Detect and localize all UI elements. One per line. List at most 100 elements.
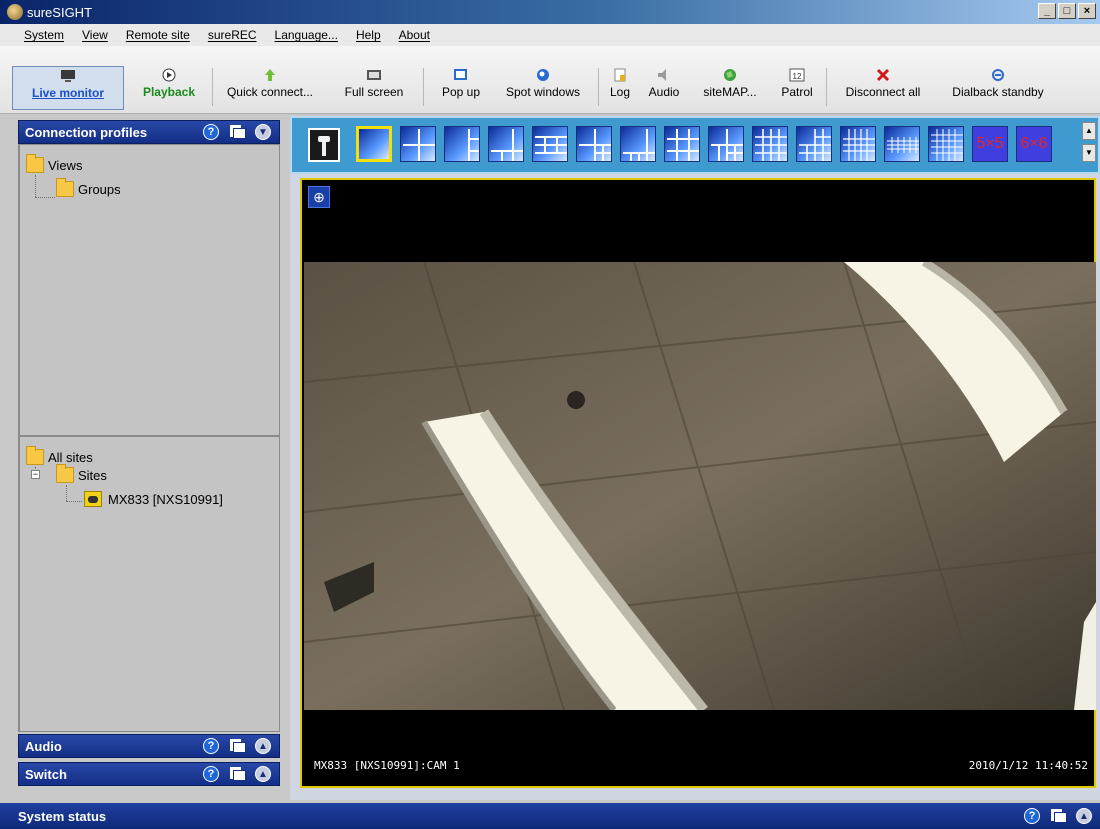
connection-profiles-header[interactable]: Connection profiles ? ▼ bbox=[18, 120, 280, 144]
system-status-title: System status bbox=[18, 808, 107, 824]
dialback-icon bbox=[992, 69, 1004, 81]
menu-surerec[interactable]: sureREC bbox=[208, 28, 257, 42]
playback-label: Playback bbox=[142, 85, 196, 99]
tree-item-all-sites[interactable]: All sites bbox=[26, 446, 93, 465]
spot-windows-label: Spot windows bbox=[505, 85, 581, 99]
layout-4x6-button[interactable] bbox=[884, 126, 920, 162]
layout-1plus12-button[interactable] bbox=[708, 126, 744, 162]
all-sites-label: All sites bbox=[48, 449, 93, 465]
views-label: Views bbox=[48, 157, 83, 173]
layout-2x2-button[interactable] bbox=[400, 126, 436, 162]
audio-panel-title: Audio bbox=[25, 738, 62, 754]
pop-up-label: Pop up bbox=[441, 85, 481, 99]
collapse-toggle[interactable]: − bbox=[31, 470, 40, 479]
app-icon bbox=[7, 4, 23, 20]
tree-item-camera[interactable]: MX833 [NXS10991] bbox=[84, 491, 223, 507]
layout-settings-button[interactable] bbox=[308, 128, 340, 162]
layout-1plus3-button[interactable] bbox=[444, 126, 480, 162]
close-button[interactable]: × bbox=[1078, 3, 1096, 19]
camera-feed-image bbox=[304, 262, 1096, 710]
svg-text:12: 12 bbox=[793, 72, 802, 81]
layout-5x5-button[interactable]: 5×5 bbox=[972, 126, 1008, 162]
toolbar: Live monitor Playback Quick connect... F… bbox=[0, 46, 1100, 114]
disconnect-all-button[interactable]: Disconnect all bbox=[832, 66, 934, 110]
layout-3x3-button[interactable] bbox=[664, 126, 700, 162]
switch-panel-header[interactable]: Switch ? ▲ bbox=[18, 762, 280, 786]
menu-help[interactable]: Help bbox=[356, 28, 381, 42]
layout-1plus5-button[interactable] bbox=[488, 126, 524, 162]
window-icon[interactable] bbox=[229, 738, 246, 753]
spot-windows-button[interactable]: Spot windows bbox=[494, 66, 592, 110]
maximize-button[interactable]: □ bbox=[1058, 3, 1076, 19]
pop-up-button[interactable]: Pop up bbox=[432, 66, 490, 110]
layout-1plus15-button[interactable] bbox=[796, 126, 832, 162]
full-screen-button[interactable]: Full screen bbox=[332, 66, 416, 110]
menu-view[interactable]: View bbox=[82, 28, 108, 42]
system-status-bar[interactable]: System status ? ▲ bbox=[0, 803, 1100, 829]
spot-windows-icon bbox=[537, 69, 549, 81]
layout-1plus8-button[interactable] bbox=[620, 126, 656, 162]
scroll-down-button[interactable]: ▼ bbox=[1082, 144, 1096, 162]
video-pane[interactable]: ⊕ MX833 [NXS10991]:CAM 1 2010/1/12 11:40… bbox=[300, 178, 1096, 788]
globe-icon bbox=[724, 69, 736, 81]
window-icon[interactable] bbox=[229, 124, 246, 139]
layout-1plus16-button[interactable] bbox=[840, 126, 876, 162]
window-title: sureSIGHT bbox=[27, 4, 93, 20]
menu-about[interactable]: About bbox=[399, 28, 430, 42]
sitemap-label: siteMAP... bbox=[703, 85, 757, 99]
folder-icon bbox=[56, 464, 74, 483]
help-icon[interactable]: ? bbox=[203, 738, 219, 754]
chevron-up-icon[interactable]: ▲ bbox=[255, 766, 271, 782]
timestamp-overlay: 2010/1/12 11:40:52 bbox=[968, 759, 1088, 772]
sitemap-button[interactable]: siteMAP... bbox=[692, 66, 768, 110]
quick-connect-label: Quick connect... bbox=[226, 85, 314, 99]
layout-1x1-button[interactable] bbox=[356, 126, 392, 162]
menu-remote-site[interactable]: Remote site bbox=[126, 28, 190, 42]
quick-connect-button[interactable]: Quick connect... bbox=[220, 66, 320, 110]
full-screen-label: Full screen bbox=[344, 85, 404, 99]
switch-panel-title: Switch bbox=[25, 766, 67, 782]
view-area: 5×5 6×6 ▲ ▼ ⊕ MX833 [NXS10991]:CAM 1 201… bbox=[290, 116, 1100, 800]
chevron-up-icon[interactable]: ▲ bbox=[1076, 808, 1092, 824]
scroll-up-button[interactable]: ▲ bbox=[1082, 122, 1096, 140]
folder-icon bbox=[56, 178, 74, 197]
minimize-button[interactable]: _ bbox=[1038, 3, 1056, 19]
tree-item-sites[interactable]: Sites bbox=[56, 464, 107, 483]
help-icon[interactable]: ? bbox=[1024, 808, 1040, 824]
log-icon bbox=[614, 68, 626, 82]
layout-1plus7-button[interactable] bbox=[576, 126, 612, 162]
live-monitor-button[interactable]: Live monitor bbox=[12, 66, 124, 110]
camera-label: MX833 [NXS10991] bbox=[108, 491, 223, 507]
window-icon[interactable] bbox=[1050, 808, 1067, 823]
audio-button[interactable]: Audio bbox=[642, 66, 686, 110]
layout-2x3-button[interactable] bbox=[532, 126, 568, 162]
camera-overlay-label: MX833 [NXS10991]:CAM 1 bbox=[314, 759, 460, 772]
play-icon bbox=[162, 68, 176, 82]
window-icon[interactable] bbox=[229, 766, 246, 781]
patrol-button[interactable]: 12 Patrol bbox=[774, 66, 820, 110]
chevron-down-icon[interactable]: ▼ bbox=[255, 124, 271, 140]
live-monitor-label: Live monitor bbox=[31, 86, 104, 100]
chevron-up-icon[interactable]: ▲ bbox=[255, 738, 271, 754]
audio-panel-header[interactable]: Audio ? ▲ bbox=[18, 734, 280, 758]
sites-label: Sites bbox=[78, 467, 107, 483]
log-button[interactable]: Log bbox=[604, 66, 636, 110]
help-icon[interactable]: ? bbox=[203, 124, 219, 140]
camera-icon bbox=[84, 491, 102, 507]
dialback-standby-label: Dialback standby bbox=[952, 85, 1044, 99]
layout-6x6-button[interactable]: 6×6 bbox=[1016, 126, 1052, 162]
menu-system[interactable]: System bbox=[24, 28, 64, 42]
disconnect-icon bbox=[876, 68, 890, 82]
help-icon[interactable]: ? bbox=[203, 766, 219, 782]
full-screen-icon bbox=[367, 70, 381, 80]
calendar-icon: 12 bbox=[789, 68, 805, 82]
tree-item-groups[interactable]: Groups bbox=[56, 178, 121, 197]
playback-button[interactable]: Playback bbox=[132, 66, 206, 110]
speaker-icon bbox=[658, 69, 666, 81]
zoom-icon[interactable]: ⊕ bbox=[308, 186, 330, 208]
menu-language[interactable]: Language... bbox=[275, 28, 338, 42]
dialback-standby-button[interactable]: Dialback standby bbox=[938, 66, 1058, 110]
layout-4x4-button[interactable] bbox=[752, 126, 788, 162]
tree-item-views[interactable]: Views bbox=[26, 154, 83, 173]
layout-5x5-grid-button[interactable] bbox=[928, 126, 964, 162]
